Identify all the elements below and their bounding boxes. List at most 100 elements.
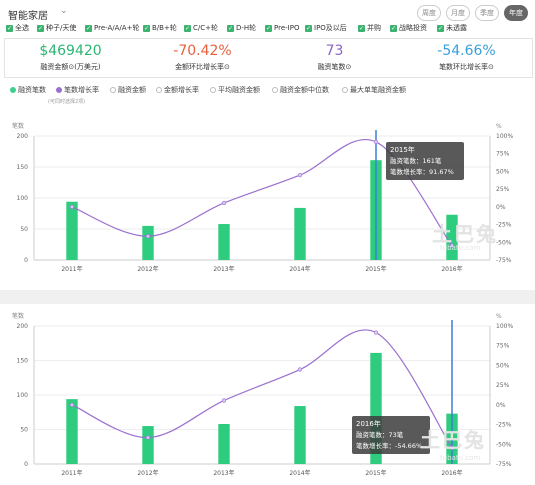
y-tick-label-right: 100%: [496, 133, 513, 140]
filter-seed[interactable]: ✓ 种子/天使: [37, 22, 76, 34]
period-year-button[interactable]: 年度: [504, 5, 528, 21]
y-tick-label-left: 200: [17, 323, 29, 330]
y-tick-label-right: -50%: [496, 239, 512, 246]
filter-pre-ipo[interactable]: ✓ Pre-IPO: [265, 22, 299, 34]
bar: [142, 426, 154, 464]
period-quarter-button[interactable]: 季度: [475, 5, 499, 21]
y-tick-label-right: -75%: [496, 257, 512, 264]
x-tick-label: 2014年: [289, 469, 310, 477]
y-tick-label-left: 200: [17, 133, 29, 140]
x-tick-label: 2015年: [365, 265, 386, 273]
filter-series-dh[interactable]: ✓ D-H轮: [227, 22, 256, 34]
checkbox-icon: ✓: [184, 24, 191, 32]
filter-series-a[interactable]: ✓ Pre-A/A/A+轮: [85, 22, 139, 34]
kpi-value: -54.66%: [437, 43, 496, 59]
x-tick-label: 2016年: [441, 265, 462, 273]
y-tick-label-right: 25%: [496, 186, 510, 193]
period-week-button[interactable]: 周度: [417, 5, 441, 21]
x-tick-label: 2016年: [441, 469, 462, 477]
y-tick-label-right: 0%: [496, 402, 506, 409]
growth-point: [297, 367, 303, 372]
legend-dot-icon: [10, 87, 16, 93]
kpi-label: 融资金额⊙(万美元): [40, 63, 101, 71]
y-tick-label-right: 75%: [496, 343, 510, 350]
tooltip-title: 2015年: [390, 145, 415, 154]
growth-point: [145, 435, 151, 440]
checkbox-icon: ✓: [265, 24, 272, 32]
kpi-value: -70.42%: [173, 43, 232, 59]
period-month-button[interactable]: 月度: [446, 5, 470, 21]
kpi-amount: $469420 融资金额⊙(万美元): [5, 39, 136, 77]
kpi-value: $469420: [39, 43, 102, 59]
y-tick-label-right: 50%: [496, 362, 510, 369]
growth-point: [145, 234, 151, 239]
legend-dot-icon: [272, 87, 278, 93]
left-axis-label: 笔数: [12, 312, 24, 320]
y-tick-label-left: 0: [24, 257, 28, 264]
y-tick-label-left: 50: [20, 427, 28, 434]
y-tick-label-right: 50%: [496, 168, 510, 175]
x-tick-label: 2011年: [61, 265, 82, 273]
kpi-label: 金额环比增长率⊙: [175, 63, 230, 71]
kpi-value: 73: [325, 43, 344, 59]
y-tick-label-left: 100: [17, 195, 29, 202]
legend-max-amount[interactable]: 最大单笔融资金额: [342, 85, 406, 95]
legend-median-amount[interactable]: 融资金额中位数: [272, 85, 329, 95]
y-tick-label-right: 0%: [496, 204, 506, 211]
tooltip-line: 融资笔数：161笔: [390, 156, 442, 165]
top-panel: 智能家居 ⌄ 周度 月度 季度 年度 ✓ 全选 ✓ 种子/天使 ✓ Pre-A/A/A…: [0, 0, 535, 290]
growth-point: [69, 402, 75, 407]
legend-dot-icon: [56, 87, 62, 93]
kpi-panel: $469420 融资金额⊙(万美元) -70.42% 金额环比增长率⊙ 73 融…: [4, 38, 533, 78]
y-tick-label-left: 150: [17, 358, 29, 365]
legend-dot-icon: [342, 87, 348, 93]
legend-dot-icon: [110, 87, 116, 93]
right-axis-label: %: [496, 313, 502, 320]
checkbox-icon: ✓: [6, 24, 13, 32]
filter-series-b[interactable]: ✓ B/B+轮: [143, 22, 177, 34]
kpi-label: 笔数环比增长率⊙: [439, 63, 494, 71]
x-tick-label: 2012年: [137, 469, 158, 477]
checkbox-icon: ✓: [37, 24, 44, 32]
y-tick-label-right: -25%: [496, 422, 512, 429]
filter-strategic[interactable]: ✓ 战略投资: [390, 22, 427, 34]
filter-ma[interactable]: ✓ 并购: [358, 22, 381, 34]
filter-all[interactable]: ✓ 全选: [6, 22, 29, 34]
filter-ipo[interactable]: ✓ IPO及以后: [305, 22, 347, 34]
y-tick-label-left: 100: [17, 392, 29, 399]
checkbox-icon: ✓: [227, 24, 234, 32]
tooltip-line: 笔数增长率：91.67%: [390, 167, 454, 176]
y-tick-label-right: -75%: [496, 461, 512, 468]
watermark-logo: 土巴兔: [420, 428, 486, 452]
kpi-label: 融资笔数⊙: [317, 63, 352, 71]
tooltip-title: 2016年: [356, 419, 381, 428]
bar: [218, 224, 230, 260]
legend-avg-amount[interactable]: 平均融资金额: [210, 85, 260, 95]
growth-point: [373, 139, 379, 145]
section-divider: [0, 290, 535, 304]
growth-point: [221, 200, 227, 206]
growth-point: [373, 330, 379, 335]
legend-amount[interactable]: 融资金额: [110, 85, 146, 95]
page-title: 智能家居: [8, 11, 48, 22]
y-tick-label-right: 100%: [496, 323, 513, 330]
watermark-url: tubatu.com: [440, 244, 481, 252]
header: 智能家居 ⌄ 周度 月度 季度 年度: [8, 5, 528, 22]
y-tick-label-right: 75%: [496, 151, 510, 158]
legend-amount-growth[interactable]: 金额增长率: [156, 85, 199, 95]
legend-deal-count[interactable]: 融资笔数: [10, 85, 46, 95]
growth-point: [221, 398, 227, 403]
x-tick-label: 2013年: [213, 469, 234, 477]
legend-count-growth[interactable]: 笔数增长率: [56, 85, 99, 95]
filter-series-c[interactable]: ✓ C/C+轮: [184, 22, 218, 34]
chart-top: 笔数 % 0 50 100 150 200 100% 75% 50% 25% 0% -25% -50% -7…: [12, 122, 513, 273]
x-tick-label: 2013年: [213, 265, 234, 273]
chevron-down-icon[interactable]: ⌄: [60, 6, 68, 16]
x-tick-label: 2011年: [61, 469, 82, 477]
kpi-amount-growth: -70.42% 金额环比增长率⊙: [137, 39, 268, 77]
checkbox-icon: ✓: [143, 24, 150, 32]
legend-dot-icon: [210, 87, 216, 93]
bar: [142, 225, 154, 260]
filter-undisclosed[interactable]: ✓ 未透露: [437, 22, 467, 34]
right-axis-label: %: [496, 123, 502, 130]
